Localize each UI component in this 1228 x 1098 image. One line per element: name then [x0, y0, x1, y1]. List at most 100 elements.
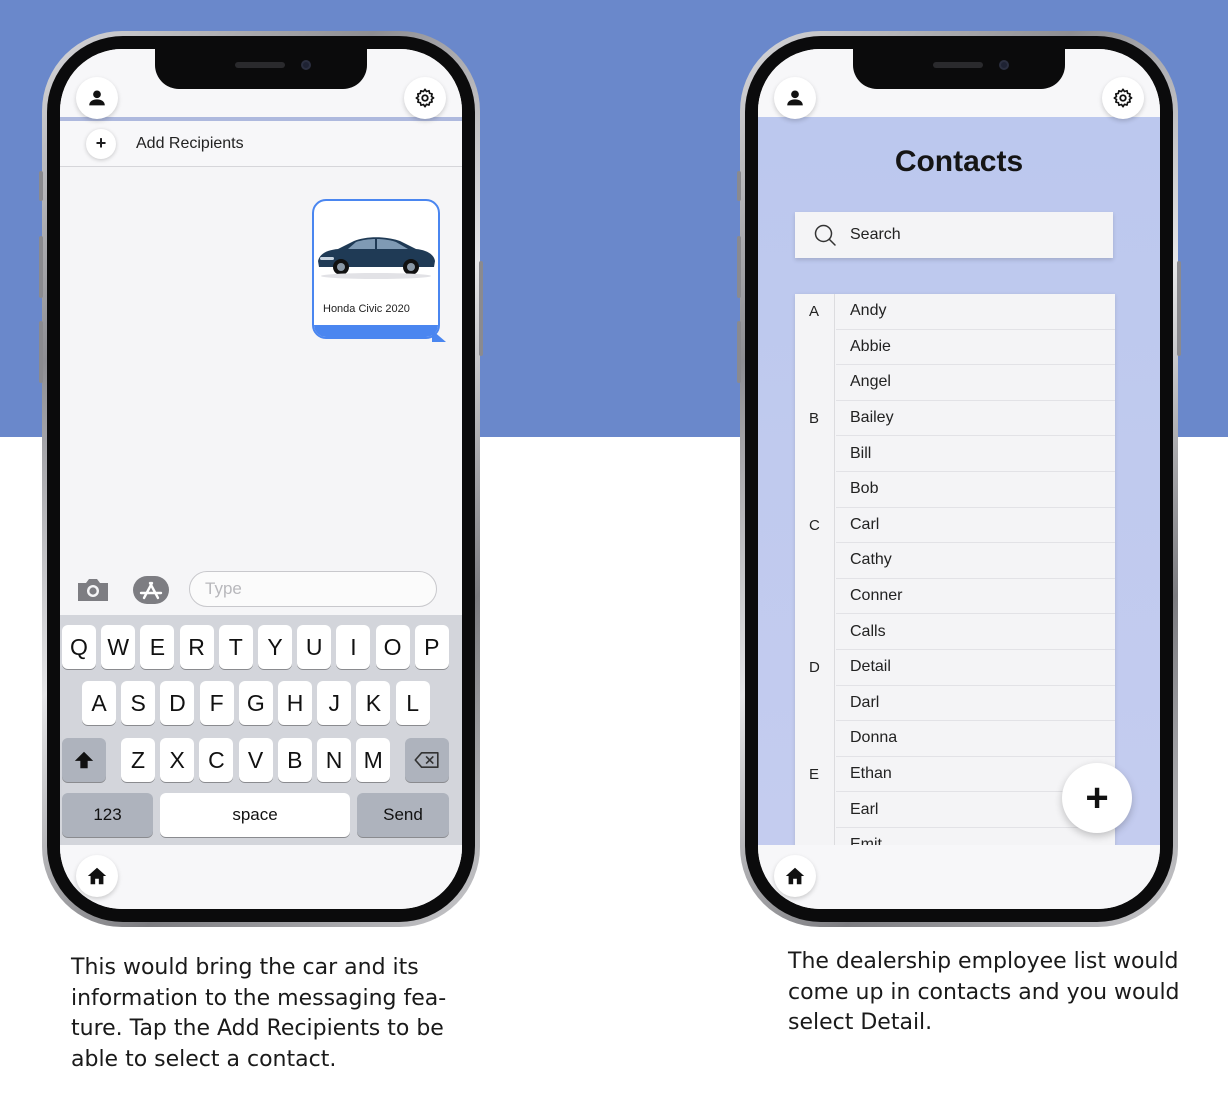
key-b[interactable]: B	[277, 738, 312, 782]
contact-row-calls[interactable]: Calls	[836, 614, 1115, 650]
home-button[interactable]	[76, 855, 118, 897]
phone-contacts: Contacts Search A B C D E Andy Abbie Angel Bail…	[737, 31, 1181, 927]
camera-icon[interactable]	[76, 577, 110, 603]
index-letter-b[interactable]: B	[809, 410, 819, 427]
key-h[interactable]: H	[278, 681, 312, 725]
messaging-screen: + Add Recipients Honda Civic 2020 Type Q…	[60, 49, 462, 909]
key-d[interactable]: D	[160, 681, 195, 725]
mute-switch	[737, 171, 741, 201]
contact-row-bill[interactable]: Bill	[836, 436, 1115, 472]
index-letter-e[interactable]: E	[809, 766, 819, 783]
person-icon	[89, 90, 105, 106]
key-g[interactable]: G	[238, 681, 273, 725]
caption-left: This would bring the car and its informa…	[71, 955, 447, 1072]
notch	[853, 49, 1065, 89]
contact-row-donna[interactable]: Donna	[836, 721, 1115, 757]
contact-row-bob[interactable]: Bob	[836, 472, 1115, 508]
car-image	[318, 237, 435, 279]
numbers-key[interactable]: 123	[62, 793, 153, 837]
settings-button[interactable]	[1102, 77, 1144, 119]
app-store-icon[interactable]	[132, 575, 170, 605]
backspace-icon	[414, 751, 439, 769]
key-p[interactable]: P	[414, 625, 449, 669]
power-button	[479, 261, 483, 356]
home-button[interactable]	[774, 855, 816, 897]
message-thread: Honda Civic 2020	[60, 167, 462, 567]
shift-icon	[74, 751, 94, 769]
person-icon	[787, 90, 803, 106]
volume-up-button	[737, 236, 741, 298]
mute-switch	[39, 171, 43, 201]
key-x[interactable]: X	[160, 738, 195, 782]
add-contact-button[interactable]: +	[1062, 763, 1132, 833]
key-i[interactable]: I	[336, 625, 371, 669]
phone-messaging: + Add Recipients Honda Civic 2020 Type Q…	[39, 31, 483, 927]
contacts-screen: Contacts Search A B C D E Andy Abbie Angel Bail…	[758, 49, 1160, 909]
key-z[interactable]: Z	[121, 738, 155, 782]
key-y[interactable]: Y	[258, 625, 292, 669]
index-letter-c[interactable]: C	[809, 517, 820, 534]
compose-bar	[60, 567, 462, 615]
key-c[interactable]: C	[199, 738, 234, 782]
home-icon	[87, 867, 107, 885]
gear-icon	[415, 88, 435, 108]
index-letters: A B C D E	[795, 294, 835, 854]
key-t[interactable]: T	[218, 625, 253, 669]
key-a[interactable]: A	[82, 681, 116, 725]
contact-row-darl[interactable]: Darl	[836, 686, 1115, 722]
contact-list: A B C D E Andy Abbie Angel Bailey Bill Bob Carl Cat…	[795, 294, 1115, 854]
key-o[interactable]: O	[375, 625, 410, 669]
contact-row-cathy[interactable]: Cathy	[836, 543, 1115, 579]
contact-row-conner[interactable]: Conner	[836, 579, 1115, 615]
card-bottom-bar	[314, 325, 438, 337]
contact-row-abbie[interactable]: Abbie	[836, 330, 1115, 366]
contact-row-detail[interactable]: Detail	[836, 650, 1115, 686]
profile-button[interactable]	[774, 77, 816, 119]
key-v[interactable]: V	[238, 738, 273, 782]
contact-row-bailey[interactable]: Bailey	[836, 401, 1115, 437]
contact-row-andy[interactable]: Andy	[836, 294, 1115, 330]
key-j[interactable]: J	[317, 681, 352, 725]
key-s[interactable]: S	[121, 681, 156, 725]
key-q[interactable]: Q	[62, 625, 96, 669]
add-recipient-button[interactable]: +	[86, 128, 116, 159]
key-l[interactable]: L	[395, 681, 430, 725]
settings-button[interactable]	[404, 77, 446, 119]
key-r[interactable]: R	[179, 625, 214, 669]
backspace-key[interactable]	[405, 738, 449, 782]
notch	[155, 49, 367, 89]
home-icon	[785, 867, 805, 885]
phone-bezel: + Add Recipients Honda Civic 2020 Type Q…	[47, 36, 475, 922]
caption-right: The dealership employee list would come …	[788, 949, 1180, 1035]
keyboard: QWERTYUIOP ASDFGHJKL ZXCVBNM 123 space S…	[60, 615, 462, 859]
page-title: Contacts	[894, 145, 1024, 178]
search-placeholder: Search	[850, 226, 901, 243]
contact-row-angel[interactable]: Angel	[836, 365, 1115, 401]
phone-bezel: Contacts Search A B C D E Andy Abbie Angel Bail…	[745, 36, 1173, 922]
profile-button[interactable]	[76, 77, 118, 119]
add-recipients-label: Add Recipients	[136, 134, 244, 152]
shift-key[interactable]	[62, 738, 106, 782]
index-letter-a[interactable]: A	[809, 303, 819, 320]
key-k[interactable]: K	[356, 681, 391, 725]
car-message-card[interactable]: Honda Civic 2020	[312, 199, 440, 339]
bottom-bar	[758, 845, 1160, 909]
search-icon	[814, 224, 836, 246]
key-e[interactable]: E	[140, 625, 175, 669]
gear-icon	[1113, 88, 1133, 108]
send-key[interactable]: Send	[357, 793, 449, 837]
volume-up-button	[39, 236, 43, 298]
volume-down-button	[737, 321, 741, 383]
index-letter-d[interactable]: D	[809, 659, 820, 676]
key-n[interactable]: N	[317, 738, 351, 782]
space-key[interactable]: space	[160, 793, 350, 837]
contact-row-carl[interactable]: Carl	[836, 508, 1115, 544]
key-w[interactable]: W	[101, 625, 136, 669]
key-u[interactable]: U	[297, 625, 332, 669]
key-m[interactable]: M	[356, 738, 391, 782]
add-recipients-bar[interactable]: + Add Recipients	[60, 121, 462, 167]
search-input[interactable]: Search	[795, 212, 1113, 258]
key-f[interactable]: F	[199, 681, 234, 725]
power-button	[1177, 261, 1181, 356]
message-input[interactable]	[189, 571, 437, 607]
